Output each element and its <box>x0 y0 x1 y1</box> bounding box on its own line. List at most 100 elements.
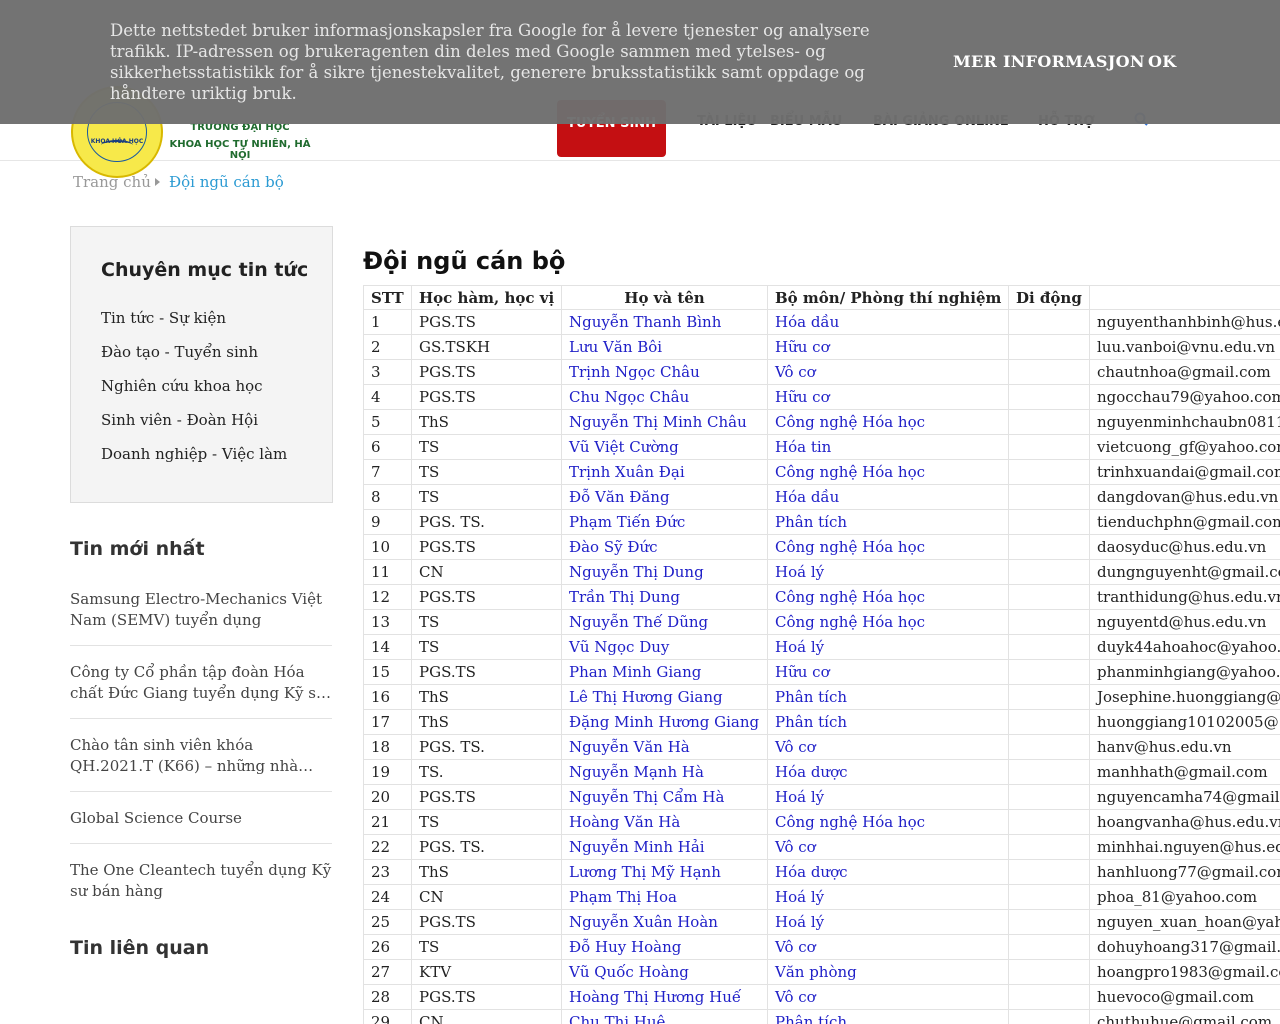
cell-name[interactable]: Lương Thị Mỹ Hạnh <box>561 859 768 885</box>
cell-degree: PGS.TS <box>411 909 562 935</box>
cell-mobile <box>1008 859 1090 885</box>
cell-department[interactable]: Hoá lý <box>767 559 1009 585</box>
cell-name[interactable]: Nguyễn Mạnh Hà <box>561 759 768 785</box>
cell-name[interactable]: Phạm Thị Hoa <box>561 884 768 910</box>
table-row: 5 ThS Nguyễn Thị Minh Châu Công nghệ Hóa họ… <box>363 409 1280 435</box>
category-item-tin-tuc[interactable]: Tin tức - Sự kiện <box>101 309 226 327</box>
news-item[interactable]: Chào tân sinh viên khóa QH.2021.T (K66) … <box>70 735 332 777</box>
table-row: 19 TS. Nguyễn Mạnh Hà Hóa dược manhhath@gmai… <box>363 759 1280 785</box>
cell-name[interactable]: Trịnh Ngọc Châu <box>561 359 768 385</box>
cell-department[interactable]: Hóa dược <box>767 759 1009 785</box>
breadcrumb-current[interactable]: Đội ngũ cán bộ <box>169 173 284 191</box>
cell-department[interactable]: Công nghệ Hóa học <box>767 809 1009 835</box>
cell-name[interactable]: Nguyễn Thị Dung <box>561 559 768 585</box>
category-item-sinh-vien[interactable]: Sinh viên - Đoàn Hội <box>101 411 258 429</box>
cell-department[interactable]: Vô cơ <box>767 359 1009 385</box>
cell-department[interactable]: Hoá lý <box>767 634 1009 660</box>
cell-name[interactable]: Đào Sỹ Đức <box>561 534 768 560</box>
cell-degree: PGS.TS <box>411 384 562 410</box>
news-item[interactable]: The One Cleantech tuyển dụng Kỹ sư bán h… <box>70 860 332 902</box>
cell-name[interactable]: Nguyễn Minh Hải <box>561 834 768 860</box>
cell-department[interactable]: Hóa dược <box>767 859 1009 885</box>
cell-mobile <box>1008 584 1090 610</box>
cell-department[interactable]: Phân tích <box>767 709 1009 735</box>
cell-name[interactable]: Hoàng Thị Hương Huế <box>561 984 768 1010</box>
cell-department[interactable]: Hữu cơ <box>767 659 1009 685</box>
news-divider <box>70 718 332 719</box>
category-item-nghien-cuu[interactable]: Nghiên cứu khoa học <box>101 377 263 395</box>
table-row: 20 PGS.TS Nguyễn Thị Cẩm Hà Hoá lý nguyencam… <box>363 784 1280 810</box>
cell-department[interactable]: Vô cơ <box>767 834 1009 860</box>
cell-name[interactable]: Lưu Văn Bôi <box>561 334 768 360</box>
cell-email: daosyduc@hus.edu.vn <box>1089 534 1280 560</box>
cell-name[interactable]: Nguyễn Thị Minh Châu <box>561 409 768 435</box>
ok-button[interactable]: OK <box>1148 52 1176 71</box>
cell-name[interactable]: Phan Minh Giang <box>561 659 768 685</box>
cell-email: vietcuong_gf@yahoo.com <box>1089 434 1280 460</box>
cell-name[interactable]: Nguyễn Văn Hà <box>561 734 768 760</box>
cell-email: tranthidung@hus.edu.vn <box>1089 584 1280 610</box>
table-row: 14 TS Vũ Ngọc Duy Hoá lý duyk44ahoahoc@yahoo… <box>363 634 1280 660</box>
table-row: 9 PGS. TS. Phạm Tiến Đức Phân tích tienduchp… <box>363 509 1280 535</box>
cell-name[interactable]: Vũ Việt Cường <box>561 434 768 460</box>
cell-degree: ThS <box>411 709 562 735</box>
cell-department[interactable]: Công nghệ Hóa học <box>767 409 1009 435</box>
cell-name[interactable]: Nguyễn Xuân Hoàn <box>561 909 768 935</box>
more-info-button[interactable]: MER INFORMASJON <box>953 52 1145 71</box>
cell-department[interactable]: Vô cơ <box>767 734 1009 760</box>
cell-stt: 20 <box>363 784 412 810</box>
cell-mobile <box>1008 734 1090 760</box>
news-item[interactable]: Công ty Cổ phần tập đoàn Hóa chất Đức Gi… <box>70 662 332 704</box>
table-row: 12 PGS.TS Trần Thị Dung Công nghệ Hóa học tr… <box>363 584 1280 610</box>
table-row: 17 ThS Đặng Minh Hương Giang Phân tích huong… <box>363 709 1280 735</box>
cell-name[interactable]: Hoàng Văn Hà <box>561 809 768 835</box>
cell-name[interactable]: Chu Ngọc Châu <box>561 384 768 410</box>
cell-email: tienduchphn@gmail.com <box>1089 509 1280 535</box>
cell-department[interactable]: Hữu cơ <box>767 384 1009 410</box>
cell-department[interactable]: Công nghệ Hóa học <box>767 609 1009 635</box>
news-item[interactable]: Samsung Electro-Mechanics Việt Nam (SEMV… <box>70 589 332 631</box>
cell-email: hoangpro1983@gmail.com <box>1089 959 1280 985</box>
cell-name[interactable]: Chu Thị Huệ <box>561 1009 768 1024</box>
cell-department[interactable]: Công nghệ Hóa học <box>767 459 1009 485</box>
cell-stt: 7 <box>363 459 412 485</box>
cell-name[interactable]: Trịnh Xuân Đại <box>561 459 768 485</box>
cell-department[interactable]: Hóa dầu <box>767 484 1009 510</box>
news-divider <box>70 843 332 844</box>
cell-department[interactable]: Công nghệ Hóa học <box>767 584 1009 610</box>
cell-name[interactable]: Nguyễn Thế Dũng <box>561 609 768 635</box>
category-item-dao-tao[interactable]: Đào tạo - Tuyển sinh <box>101 343 258 361</box>
cell-name[interactable]: Nguyễn Thị Cẩm Hà <box>561 784 768 810</box>
cell-name[interactable]: Phạm Tiến Đức <box>561 509 768 535</box>
cell-stt: 19 <box>363 759 412 785</box>
cell-department[interactable]: Phân tích <box>767 509 1009 535</box>
cell-department[interactable]: Hữu cơ <box>767 334 1009 360</box>
cell-name[interactable]: Đỗ Huy Hoàng <box>561 934 768 960</box>
cell-name[interactable]: Trần Thị Dung <box>561 584 768 610</box>
cell-department[interactable]: Hoá lý <box>767 784 1009 810</box>
table-row: 11 CN Nguyễn Thị Dung Hoá lý dungnguyenht@gm… <box>363 559 1280 585</box>
table-header-row: STT Học hàm, học vị Họ và tên Bộ môn/ Ph… <box>363 285 1280 310</box>
cell-name[interactable]: Đỗ Văn Đăng <box>561 484 768 510</box>
news-item[interactable]: Global Science Course <box>70 808 332 829</box>
cell-department[interactable]: Vô cơ <box>767 984 1009 1010</box>
cell-department[interactable]: Phân tích <box>767 684 1009 710</box>
cell-name[interactable]: Đặng Minh Hương Giang <box>561 709 768 735</box>
cell-department[interactable]: Hóa tin <box>767 434 1009 460</box>
col-header-email <box>1089 285 1280 310</box>
cell-department[interactable]: Công nghệ Hóa học <box>767 534 1009 560</box>
cell-department[interactable]: Hoá lý <box>767 884 1009 910</box>
cell-name[interactable]: Nguyễn Thanh Bình <box>561 309 768 335</box>
cell-department[interactable]: Văn phòng <box>767 959 1009 985</box>
cell-stt: 23 <box>363 859 412 885</box>
cell-name[interactable]: Lê Thị Hương Giang <box>561 684 768 710</box>
cell-name[interactable]: Vũ Ngọc Duy <box>561 634 768 660</box>
cell-department[interactable]: Hoá lý <box>767 909 1009 935</box>
cell-department[interactable]: Hóa dầu <box>767 309 1009 335</box>
col-header-stt: STT <box>363 285 412 310</box>
category-item-doanh-nghiep[interactable]: Doanh nghiệp - Việc làm <box>101 445 287 463</box>
cell-department[interactable]: Phân tích <box>767 1009 1009 1024</box>
table-row: 13 TS Nguyễn Thế Dũng Công nghệ Hóa học nguy… <box>363 609 1280 635</box>
cell-name[interactable]: Vũ Quốc Hoàng <box>561 959 768 985</box>
cell-department[interactable]: Vô cơ <box>767 934 1009 960</box>
